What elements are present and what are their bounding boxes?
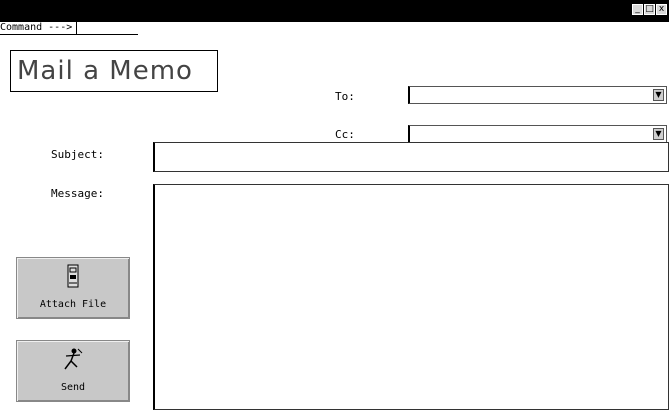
attach-file-label: Attach File <box>39 299 107 310</box>
maximize-button[interactable]: □ <box>644 4 655 15</box>
close-button[interactable]: x <box>656 4 667 15</box>
to-combobox[interactable]: ▼ <box>408 86 667 104</box>
to-label: To: <box>335 90 355 103</box>
chevron-down-icon: ▼ <box>655 90 662 99</box>
subject-label: Subject: <box>51 148 104 161</box>
subject-field[interactable] <box>153 142 669 172</box>
file-cabinet-icon <box>67 264 79 288</box>
minimize-button[interactable]: _ <box>632 4 643 15</box>
cc-dropdown-button[interactable]: ▼ <box>653 128 664 140</box>
send-button[interactable]: Send <box>16 340 130 402</box>
attach-file-button[interactable]: Attach File <box>16 257 130 319</box>
window-controls: _ □ x <box>632 4 667 15</box>
command-input[interactable] <box>0 34 138 35</box>
message-label: Message: <box>51 187 104 200</box>
send-figure-icon <box>64 348 83 370</box>
message-field[interactable] <box>153 184 669 410</box>
chevron-down-icon: ▼ <box>655 129 662 138</box>
cc-combobox[interactable]: ▼ <box>408 125 667 143</box>
title-bar: _ □ x <box>0 0 669 22</box>
to-dropdown-button[interactable]: ▼ <box>653 89 664 101</box>
command-label: Command ---> <box>0 22 78 34</box>
page-title: Mail a Memo <box>10 50 218 92</box>
cc-label: Cc: <box>335 128 355 141</box>
send-label: Send <box>60 382 86 393</box>
